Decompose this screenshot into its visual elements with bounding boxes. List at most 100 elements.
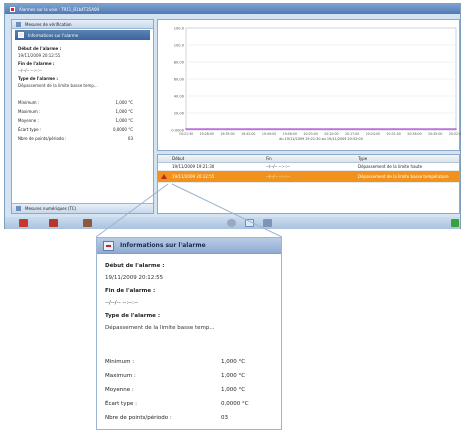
popup-stat-label: Maximum : [105, 373, 136, 379]
x-tick-label: 19:42:00 [241, 132, 255, 136]
popup-stat-label: Moyenne : [105, 387, 134, 393]
x-tick-label: 20:31:00 [387, 132, 401, 136]
x-tick-label: 20:38:00 [407, 132, 421, 136]
popup-stat-row: Nbre de points/périodo : 03 [105, 415, 273, 421]
section-numeric-title: Mesures numériques (TC) [25, 206, 77, 211]
info-icon [18, 32, 24, 38]
stat-value: 03 [127, 136, 133, 141]
stat-row: Moyenne : 1,000 °C [18, 118, 147, 123]
warning-icon [161, 174, 167, 179]
refresh-icon[interactable] [227, 219, 236, 227]
row-end: --/--/-- --:--:-- [266, 174, 290, 179]
stat-label: Nbre de points/périodo : [18, 136, 67, 141]
title-bar[interactable]: Alarmes sur la voie : T911_B1b4T35A09 [5, 4, 460, 14]
alarm-info-popup: Informations sur l'alarme Début de l'ala… [96, 237, 282, 430]
print-icon[interactable] [263, 219, 272, 227]
alarm-info-title: Informations sur l'alarme [28, 32, 79, 38]
stat-row: Maximum : 1,000 °C [18, 109, 147, 114]
header-end[interactable]: Fin [264, 156, 356, 161]
stat-value: 1,000 °C [115, 100, 133, 105]
section-numeric-measures[interactable]: Mesures numériques (TC) [12, 203, 153, 213]
x-tick-label: 20:45:00 [428, 132, 442, 136]
popup-stats: Minimum : 1,000 °C Maximum : 1,000 °C Moye… [105, 359, 273, 421]
y-tick-label: 100.0 [174, 27, 185, 31]
alarm-info-icon [103, 240, 114, 251]
series-point [393, 128, 395, 130]
measurement-chart: 100.0 100.0 80.00 60.00 40.00 20.00 0.0000 19:2… [157, 19, 461, 151]
table-row[interactable]: 19/11/2009 19:21:30 --/--/-- --:--:-- Dé… [158, 163, 459, 171]
window-title: Alarmes sur la voie : T911_B1b4T35A09 [19, 6, 100, 12]
y-tick-label: 20.00 [174, 112, 185, 116]
series-point [226, 128, 229, 130]
section-verification-measures[interactable]: Mesures de vérification [12, 20, 153, 29]
measure-icon [16, 21, 21, 27]
chart-svg: 100.0100.080.0060.0040.0020.000.000019:2… [171, 27, 461, 142]
popup-stat-row: Écart type : 0,0000 °C [105, 401, 273, 407]
popup-stat-value: 1,000 °C [221, 359, 246, 365]
series-point [185, 128, 187, 130]
stat-label: Moyenne : [18, 118, 39, 123]
x-tick-label: 20:03:00 [303, 132, 317, 136]
type-value: Dépassement de la limite basse temp... [18, 83, 98, 88]
y-tick-label: 100.0 [174, 44, 185, 48]
section-alarm-info[interactable]: Informations sur l'alarme [15, 30, 150, 40]
series-point [247, 128, 249, 130]
series-point [455, 128, 457, 130]
x-tick-label: 20:17:00 [345, 132, 359, 136]
row-start: 19/11/2009 20:12:55 [172, 174, 215, 179]
x-date-label: du 19/11/2009 19:21:30 au 19/11/2009 20:… [279, 137, 362, 141]
series-point [206, 128, 208, 130]
stat-value: 0,0000 °C [112, 127, 133, 132]
next-arrow-icon[interactable] [451, 219, 459, 227]
left-panel: Mesures de vérification Informations sur… [11, 19, 154, 214]
start-label: Début de l'alarme : [18, 46, 62, 51]
section-verification-title: Mesures de vérification [25, 21, 72, 27]
x-tick-label: 19:56:00 [283, 132, 297, 136]
alarm-info-body: Début de l'alarme : 19/11/2009 20:12:55 … [12, 41, 153, 143]
popup-stat-label: Minimum : [105, 359, 135, 365]
measure-icon [16, 206, 21, 211]
series-point [434, 128, 436, 130]
alarm-window: Alarmes sur la voie : T911_B1b4T35A09 Me… [4, 3, 461, 229]
stat-row: Minimum : 1,000 °C [18, 100, 147, 105]
start-value: 19/11/2009 20:12:55 [18, 53, 61, 58]
popup-title: Informations sur l'alarme [120, 242, 206, 249]
end-value: --/--/-- --:--:-- [18, 68, 42, 73]
popup-stat-row: Moyenne : 1,000 °C [105, 387, 273, 393]
popup-body: Début de l'alarme : 19/11/2009 20:12:55 … [97, 254, 281, 423]
alarm-app-icon [10, 6, 15, 12]
x-tick-label: 19:21:30 [179, 132, 193, 136]
popup-stat-label: Nbre de points/périodo : [105, 415, 172, 421]
stat-label: Écart type : [18, 127, 42, 132]
alarm-list-icon[interactable] [19, 219, 28, 227]
bottom-toolbar [5, 217, 460, 229]
stat-value: 1,000 °C [115, 109, 133, 114]
type-label: Type de l'alarme : [18, 76, 59, 81]
header-start[interactable]: Début [170, 156, 264, 161]
export-icon[interactable] [83, 219, 92, 227]
row-type: Dépassement de la limite haute [358, 164, 423, 169]
row-type: Dépassement de la limite basse températu… [358, 174, 449, 179]
header-type[interactable]: Type [356, 156, 459, 161]
series-point [310, 128, 312, 130]
table-row-selected[interactable]: 19/11/2009 20:12:55 --/--/-- --:--:-- Dé… [158, 171, 459, 183]
popup-type-value: Dépassement de la limite basse temp... [105, 325, 215, 331]
series-point [268, 128, 270, 130]
y-tick-label: 60.00 [174, 78, 185, 82]
stat-row: Écart type : 0,0000 °C [18, 127, 147, 132]
table-header: Début Fin Type [158, 155, 459, 163]
popup-stat-row: Maximum : 1,000 °C [105, 373, 273, 379]
popup-end-label: Fin de l'alarme : [105, 288, 156, 294]
x-tick-label: 20:24:00 [366, 132, 380, 136]
y-tick-label: 40.00 [174, 95, 185, 99]
series-point [413, 128, 416, 130]
popup-start-label: Début de l'alarme : [105, 263, 165, 269]
series-point [330, 128, 332, 130]
x-tick-label: 19:49:00 [262, 132, 276, 136]
popup-end-value: --/--/-- --:--:-- [105, 300, 138, 306]
alarm-report-icon[interactable] [49, 219, 58, 227]
series-point [351, 128, 353, 130]
y-tick-label: 80.00 [174, 61, 185, 65]
popup-type-label: Type de l'alarme : [105, 313, 161, 319]
mail-icon[interactable] [245, 219, 254, 227]
